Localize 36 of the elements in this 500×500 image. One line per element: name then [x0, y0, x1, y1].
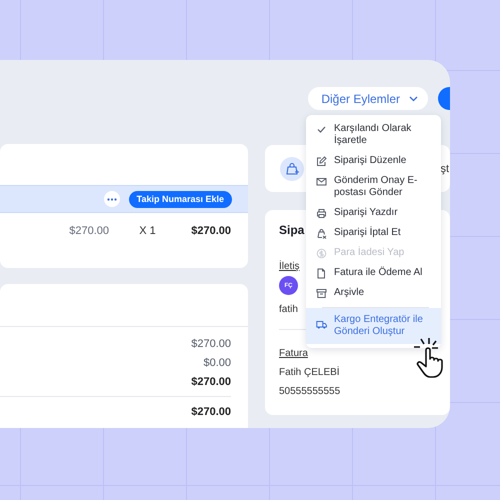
- add-tracking-button[interactable]: Takip Numarası Ekle: [128, 190, 232, 208]
- more-actions-button[interactable]: Diğer Eylemler: [308, 87, 428, 110]
- envelope-icon: [316, 176, 327, 187]
- menu-item[interactable]: Siparişi Yazdır: [306, 203, 441, 223]
- billing-label: Fatura: [279, 348, 308, 359]
- contact-label: İletiş: [279, 261, 300, 272]
- menu-item[interactable]: Kargo Entegratör ile Gönderi Oluştur: [306, 308, 441, 344]
- summary-value: $270.00: [191, 375, 231, 389]
- item-price: $270.00: [69, 225, 110, 237]
- archive-icon: [316, 288, 327, 299]
- customer-name: Fatih ÇELEBİ: [279, 365, 340, 380]
- bag-x-icon: [316, 228, 327, 239]
- customer-title: Sipa: [279, 223, 304, 237]
- item-total: $270.00: [191, 225, 231, 237]
- truck-icon: [316, 319, 327, 330]
- caret-icon: [409, 96, 418, 102]
- summary-value: $270.00: [191, 337, 231, 351]
- menu-item[interactable]: Gönderim Onay E-postası Gönder: [306, 171, 441, 203]
- printer-icon: [316, 208, 327, 219]
- summary-value: $0.00: [203, 356, 231, 370]
- menu-item[interactable]: Karşılandı Olarak İşaretle: [306, 119, 441, 151]
- fulfill-text: şt: [440, 162, 449, 174]
- more-icon[interactable]: [104, 191, 120, 207]
- menu-item[interactable]: Arşivle: [306, 283, 441, 303]
- menu-item[interactable]: Siparişi Düzenle: [306, 151, 441, 171]
- customer-email: fatih: [279, 303, 298, 317]
- summary-value: $270.00: [191, 405, 231, 419]
- menu-item[interactable]: Siparişi İptal Et: [306, 223, 441, 243]
- item-quantity: X 1: [139, 225, 157, 237]
- check-icon: [316, 124, 327, 135]
- customer-phone: 50555555555: [279, 385, 340, 399]
- edit-icon: [316, 156, 327, 167]
- coin-icon: [316, 248, 327, 259]
- document-icon: [316, 268, 327, 279]
- bag-plus-icon: [280, 156, 304, 180]
- menu-item[interactable]: Fatura ile Ödeme Al: [306, 263, 441, 283]
